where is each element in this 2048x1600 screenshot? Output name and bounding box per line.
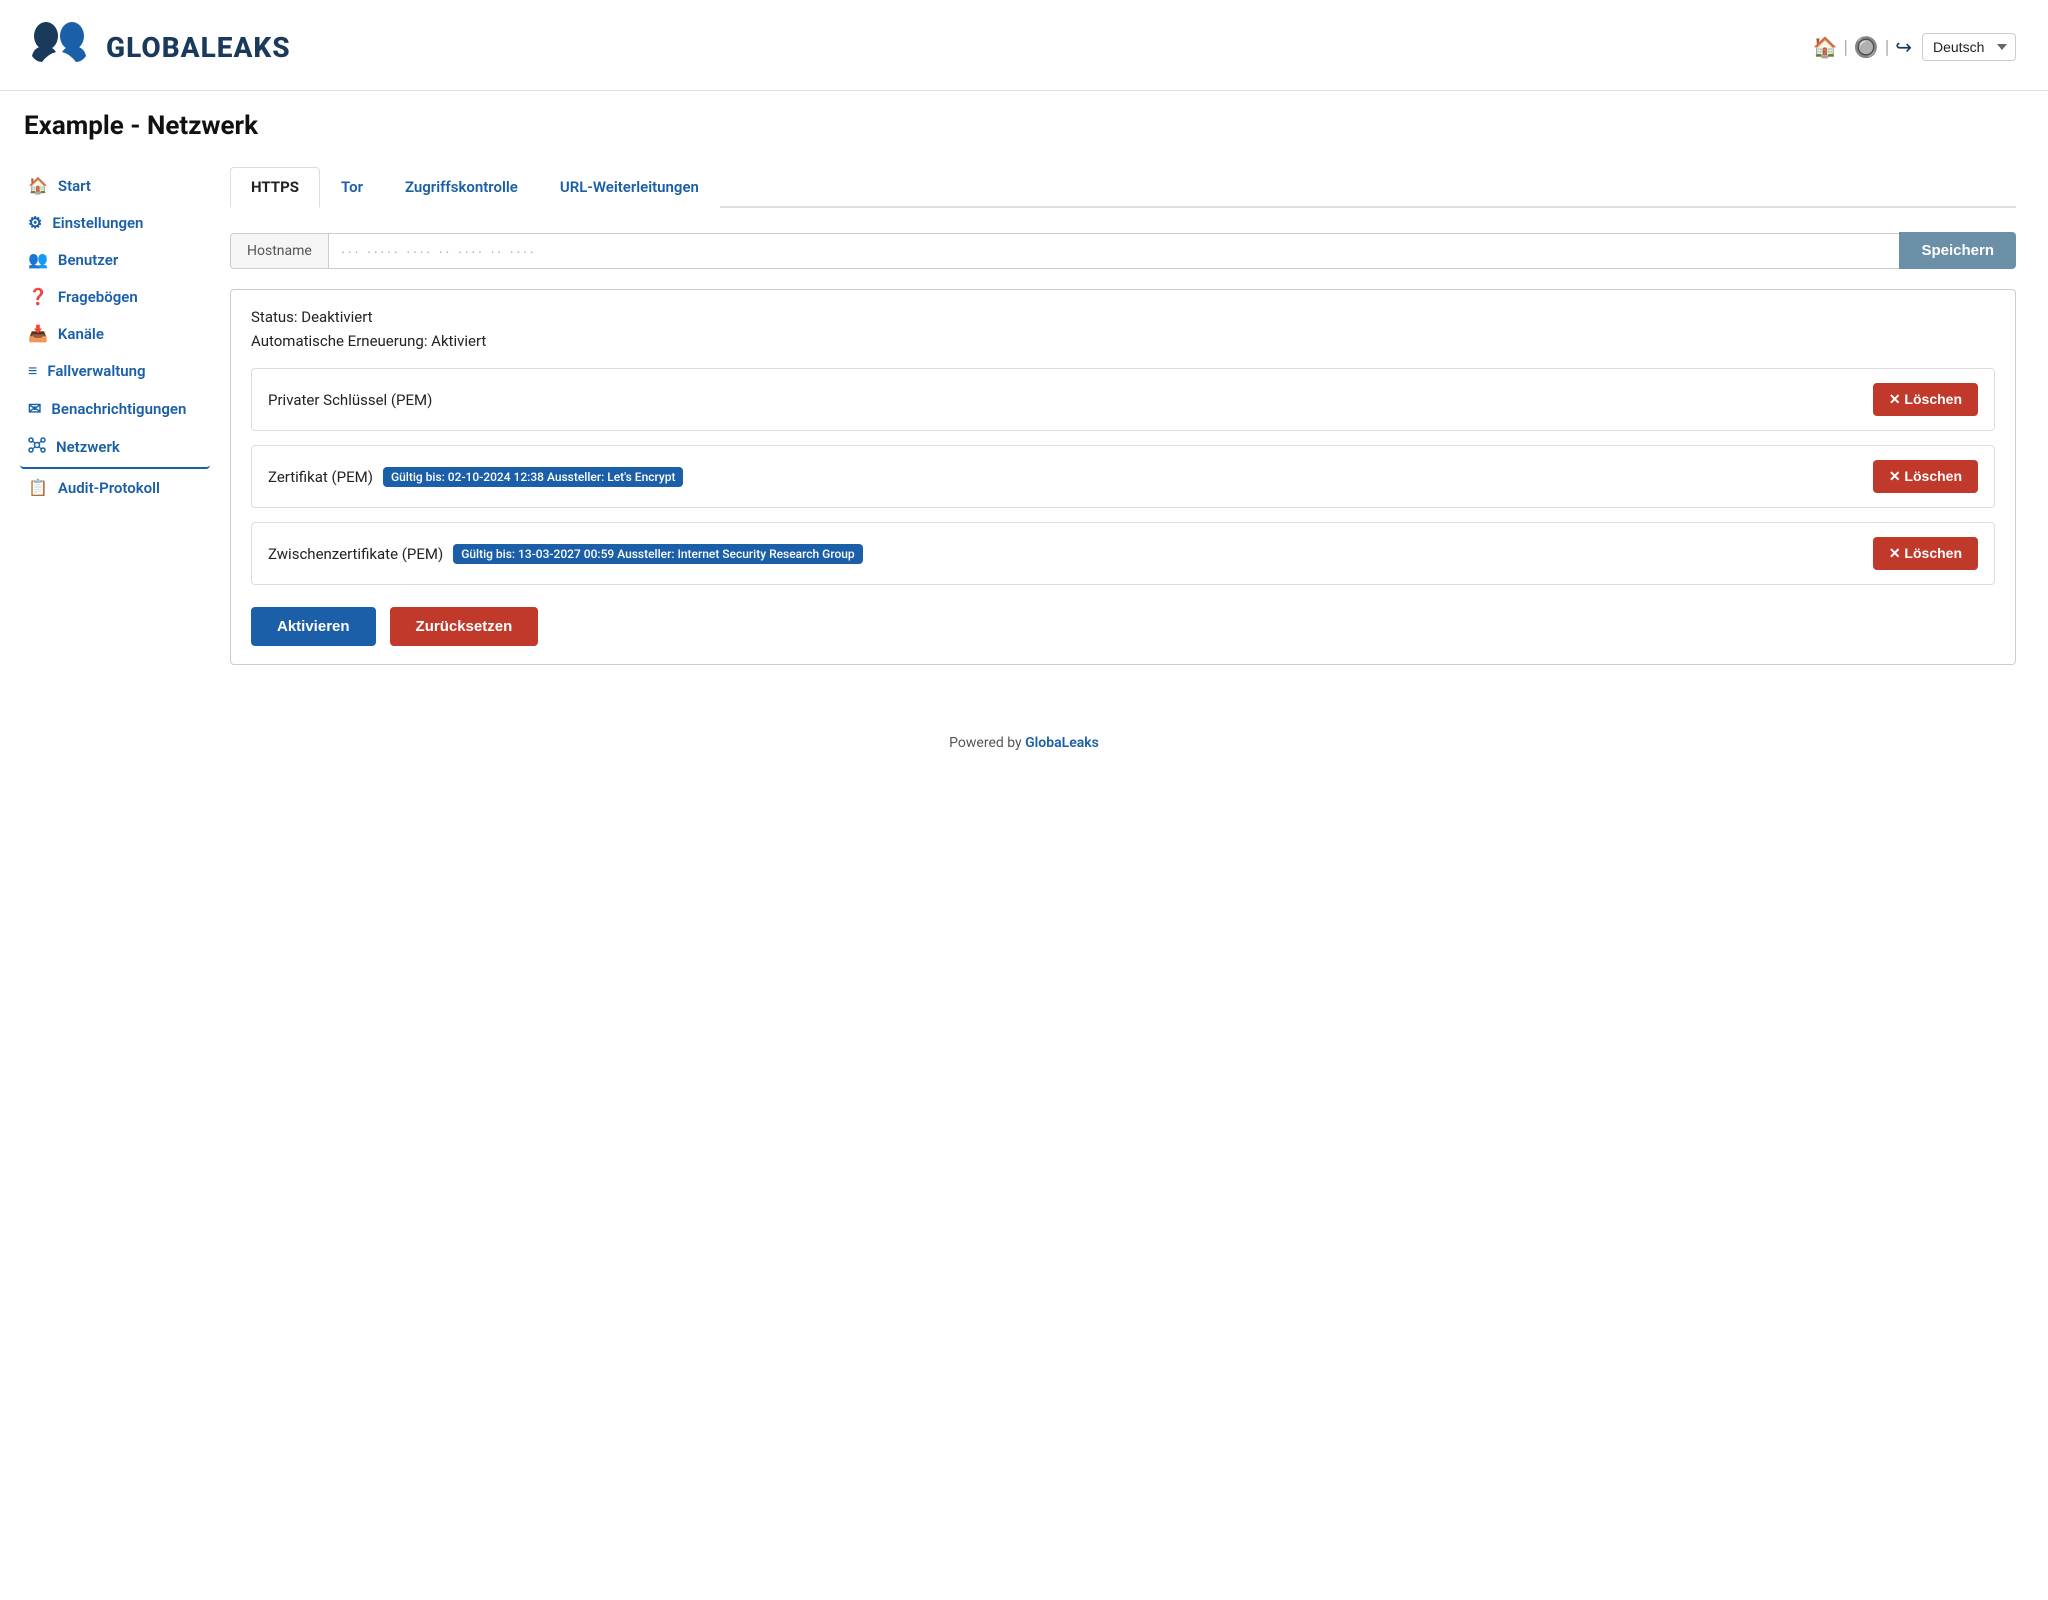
cert-auto-renewal: Automatische Erneuerung: Aktiviert xyxy=(251,332,1995,350)
cert-row-private-key: Privater Schlüssel (PEM) ✕ Löschen xyxy=(251,368,1995,431)
header: GLOBALEAKS 🏠 | 🔘 | ↪ Deutsch English Fra… xyxy=(0,0,2048,91)
tab-zugriffskontrolle[interactable]: Zugriffskontrolle xyxy=(384,167,539,208)
user-icon[interactable]: 🔘 xyxy=(1854,35,1879,59)
hostname-label: Hostname xyxy=(230,233,328,269)
notification-icon: ✉ xyxy=(28,399,41,418)
sidebar-item-start[interactable]: 🏠 Start xyxy=(20,167,210,204)
logo-area: GLOBALEAKS xyxy=(24,18,291,76)
main-layout: 🏠 Start ⚙ Einstellungen 👥 Benutzer ❓ Fra… xyxy=(0,157,2048,705)
cert-label-intermediate: Zwischenzertifikate (PEM) Gültig bis: 13… xyxy=(268,544,1863,564)
delete-private-key-button[interactable]: ✕ Löschen xyxy=(1873,383,1978,416)
channels-icon: 📥 xyxy=(28,324,48,343)
hostname-row: Hostname Speichern xyxy=(230,232,2016,269)
case-icon: ≡ xyxy=(28,361,37,381)
home-sidebar-icon: 🏠 xyxy=(28,176,48,195)
sidebar-item-benutzer[interactable]: 👥 Benutzer xyxy=(20,241,210,278)
tab-url-weiterleitungen[interactable]: URL-Weiterleitungen xyxy=(539,167,720,208)
cert-badge-certificate: Gültig bis: 02-10-2024 12:38 Aussteller:… xyxy=(383,467,684,487)
footer-link[interactable]: GlobaLeaks xyxy=(1025,735,1099,751)
cert-row-certificate: Zertifikat (PEM) Gültig bis: 02-10-2024 … xyxy=(251,445,1995,508)
language-selector[interactable]: Deutsch English Français Italiano Españo… xyxy=(1922,33,2016,61)
audit-icon: 📋 xyxy=(28,478,48,497)
footer: Powered by GlobaLeaks xyxy=(0,705,2048,771)
cert-badge-intermediate: Gültig bis: 13-03-2027 00:59 Aussteller:… xyxy=(453,544,862,564)
questionnaire-icon: ❓ xyxy=(28,287,48,306)
tab-tor[interactable]: Tor xyxy=(320,167,384,208)
sidebar-item-einstellungen[interactable]: ⚙ Einstellungen xyxy=(20,204,210,241)
main-content: HTTPS Tor Zugriffskontrolle URL-Weiterle… xyxy=(210,167,2048,665)
delete-intermediate-button[interactable]: ✕ Löschen xyxy=(1873,537,1978,570)
cert-row-intermediate: Zwischenzertifikate (PEM) Gültig bis: 13… xyxy=(251,522,1995,585)
sidebar-item-netzwerk[interactable]: Netzwerk xyxy=(20,427,210,469)
delete-certificate-button[interactable]: ✕ Löschen xyxy=(1873,460,1978,493)
sidebar-item-fallverwaltung[interactable]: ≡ Fallverwaltung xyxy=(20,352,210,390)
logo-text: GLOBALEAKS xyxy=(106,31,291,64)
sidebar-item-kanäle[interactable]: 📥 Kanäle xyxy=(20,315,210,352)
tabs: HTTPS Tor Zugriffskontrolle URL-Weiterle… xyxy=(230,167,2016,208)
network-icon xyxy=(28,436,46,458)
settings-icon: ⚙ xyxy=(28,213,42,232)
page-title: Example - Netzwerk xyxy=(0,91,2048,157)
activate-button[interactable]: Aktivieren xyxy=(251,607,376,646)
hostname-input[interactable] xyxy=(328,233,1900,269)
cert-label-certificate: Zertifikat (PEM) Gültig bis: 02-10-2024 … xyxy=(268,467,683,487)
tab-https[interactable]: HTTPS xyxy=(230,167,320,208)
sidebar-item-benachrichtigungen[interactable]: ✉ Benachrichtigungen xyxy=(20,390,210,427)
cert-panel: Status: Deaktiviert Automatische Erneuer… xyxy=(230,289,2016,665)
logo-icon xyxy=(24,18,94,76)
users-icon: 👥 xyxy=(28,250,48,269)
home-icon[interactable]: 🏠 xyxy=(1813,35,1838,59)
sidebar: 🏠 Start ⚙ Einstellungen 👥 Benutzer ❓ Fra… xyxy=(0,167,210,665)
sidebar-item-fragebögen[interactable]: ❓ Fragebögen xyxy=(20,278,210,315)
reset-button[interactable]: Zurücksetzen xyxy=(390,607,539,646)
header-icons[interactable]: 🏠 | 🔘 | ↪ xyxy=(1813,35,1912,59)
sidebar-item-audit[interactable]: 📋 Audit-Protokoll xyxy=(20,469,210,506)
logout-icon[interactable]: ↪ xyxy=(1895,35,1912,59)
save-button[interactable]: Speichern xyxy=(1899,232,2016,269)
header-right: 🏠 | 🔘 | ↪ Deutsch English Français Itali… xyxy=(1813,33,2016,61)
cert-status: Status: Deaktiviert xyxy=(251,308,1995,326)
action-buttons: Aktivieren Zurücksetzen xyxy=(251,607,1995,646)
cert-label-private-key: Privater Schlüssel (PEM) xyxy=(268,391,432,409)
